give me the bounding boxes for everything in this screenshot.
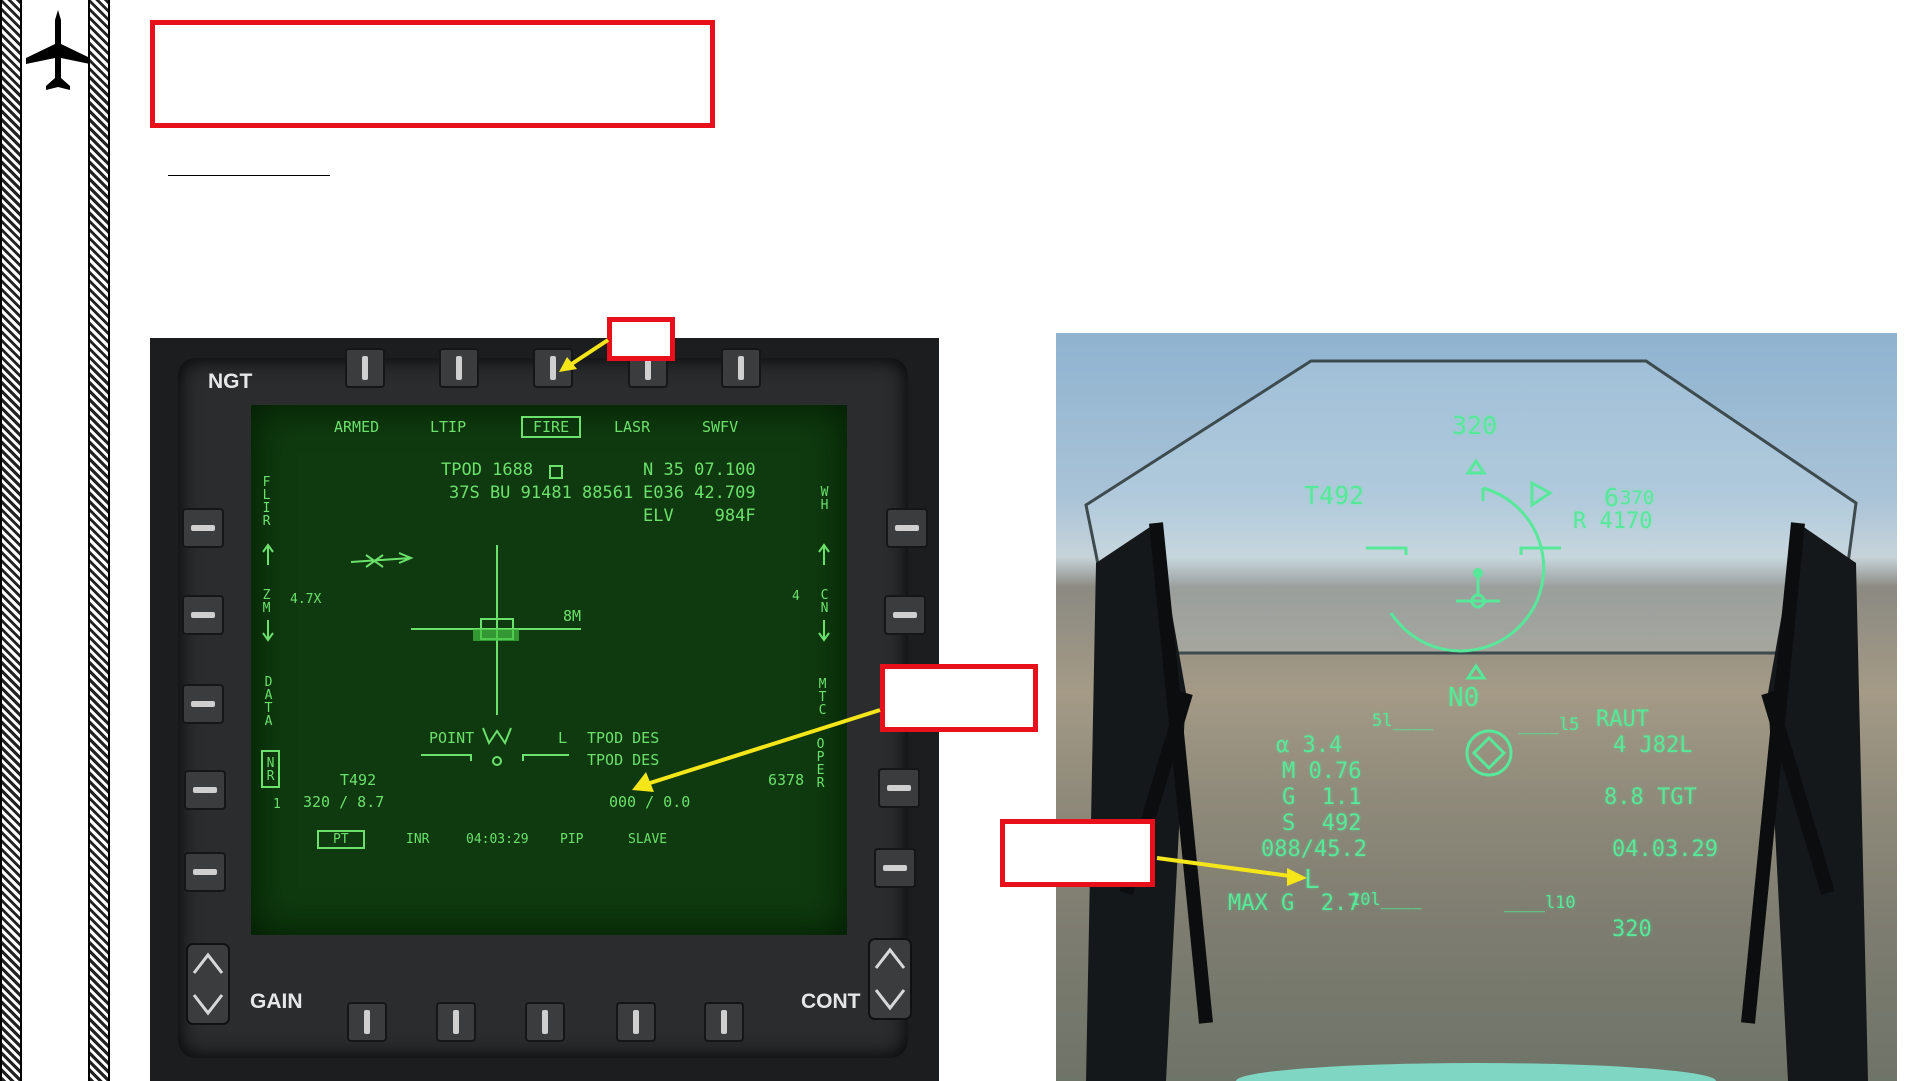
osb-left-1[interactable] — [182, 508, 224, 548]
hud-tgt: 8.8 TGT — [1604, 785, 1697, 810]
hud-target: T492 — [1304, 481, 1365, 510]
hud-alpha: α 3.4 — [1276, 733, 1343, 758]
osb-bottom-2[interactable] — [436, 1002, 476, 1042]
hud-alt-small: 370 — [1620, 487, 1655, 509]
ngt-label: NGT — [208, 370, 253, 393]
hud-ladder-right: ____l5 — [1518, 715, 1580, 735]
title-callout-box — [150, 20, 715, 128]
cont-rocker[interactable] — [868, 938, 912, 1020]
laser-cue: L — [558, 729, 568, 747]
hud-time: 04.03.29 — [1612, 837, 1718, 862]
mfd-callout-arrow — [632, 708, 881, 792]
osb-bottom-4[interactable] — [616, 1002, 656, 1042]
target-id: T492 — [340, 771, 377, 789]
osb-top-5[interactable] — [721, 348, 761, 388]
bearing-range: 320 / 8.7 — [303, 793, 385, 811]
hud-alt-big: 6 — [1604, 483, 1620, 512]
hud-speed: S 492 — [1282, 811, 1362, 836]
right-rail-stripe — [88, 0, 110, 1081]
range-marker: 8M — [563, 607, 582, 625]
hud-j82l: 4 J82L — [1613, 733, 1693, 758]
menu-inr: INR — [406, 832, 430, 847]
hud-callout-arrow — [1156, 856, 1307, 886]
osb-left-5[interactable] — [184, 852, 226, 892]
mfd-callout-box — [880, 664, 1038, 732]
osb-right-2[interactable] — [884, 595, 926, 635]
menu-pt: PT — [317, 830, 365, 849]
hud-radar-alt: R 4170 — [1573, 509, 1653, 534]
osb-bottom-3[interactable] — [525, 1002, 565, 1042]
menu-slave: SLAVE — [628, 832, 668, 847]
osb-callout-box — [607, 317, 675, 361]
cont-label: CONT — [801, 990, 861, 1013]
gain-rocker[interactable] — [186, 943, 230, 1025]
hud-ladder-left: 5l____ — [1372, 711, 1434, 731]
hud-ladder-br: ____l10 — [1504, 893, 1576, 913]
osb-left-4[interactable] — [184, 770, 226, 810]
osb-top-1[interactable] — [345, 348, 385, 388]
osb-top-2[interactable] — [439, 348, 479, 388]
menu-time: 04:03:29 — [466, 832, 529, 847]
hud-bottom-heading: 320 — [1612, 917, 1652, 942]
hud-ladder-bl: 10l____ — [1350, 890, 1422, 910]
osb-callout-arrow — [559, 338, 610, 372]
osb-bottom-1[interactable] — [347, 1002, 387, 1042]
hud-raut: RAUT — [1596, 707, 1649, 732]
osb-right-4[interactable] — [874, 848, 916, 888]
osb-left-2[interactable] — [182, 595, 224, 635]
hud-mach: M 0.76 — [1282, 759, 1362, 784]
menu-pip: PIP — [560, 832, 584, 847]
hud-photo: 320 T492 6 370 R 4170 N0 5l____ ____l5 R… — [1056, 333, 1897, 1081]
left-rail-stripe — [0, 0, 22, 1081]
hud-max-g: MAX G 2.7 — [1228, 891, 1361, 916]
hud-heading: 320 — [1452, 411, 1498, 440]
hud-g: G 1.1 — [1282, 785, 1362, 810]
osb-bottom-5[interactable] — [704, 1002, 744, 1042]
point-label: POINT — [429, 729, 475, 747]
gain-label: GAIN — [250, 990, 303, 1013]
mfd-screen: ARMED LTIP FIRE LASR SWFV TPOD 1688 37S … — [251, 405, 847, 935]
aircraft-icon — [26, 10, 90, 90]
osb-left-3[interactable] — [182, 684, 224, 724]
osb-right-1[interactable] — [886, 508, 928, 548]
tpod-graphics — [262, 543, 830, 766]
title-underline — [168, 175, 330, 176]
hud-no: N0 — [1448, 683, 1480, 713]
hud-callout-box — [1000, 819, 1155, 887]
